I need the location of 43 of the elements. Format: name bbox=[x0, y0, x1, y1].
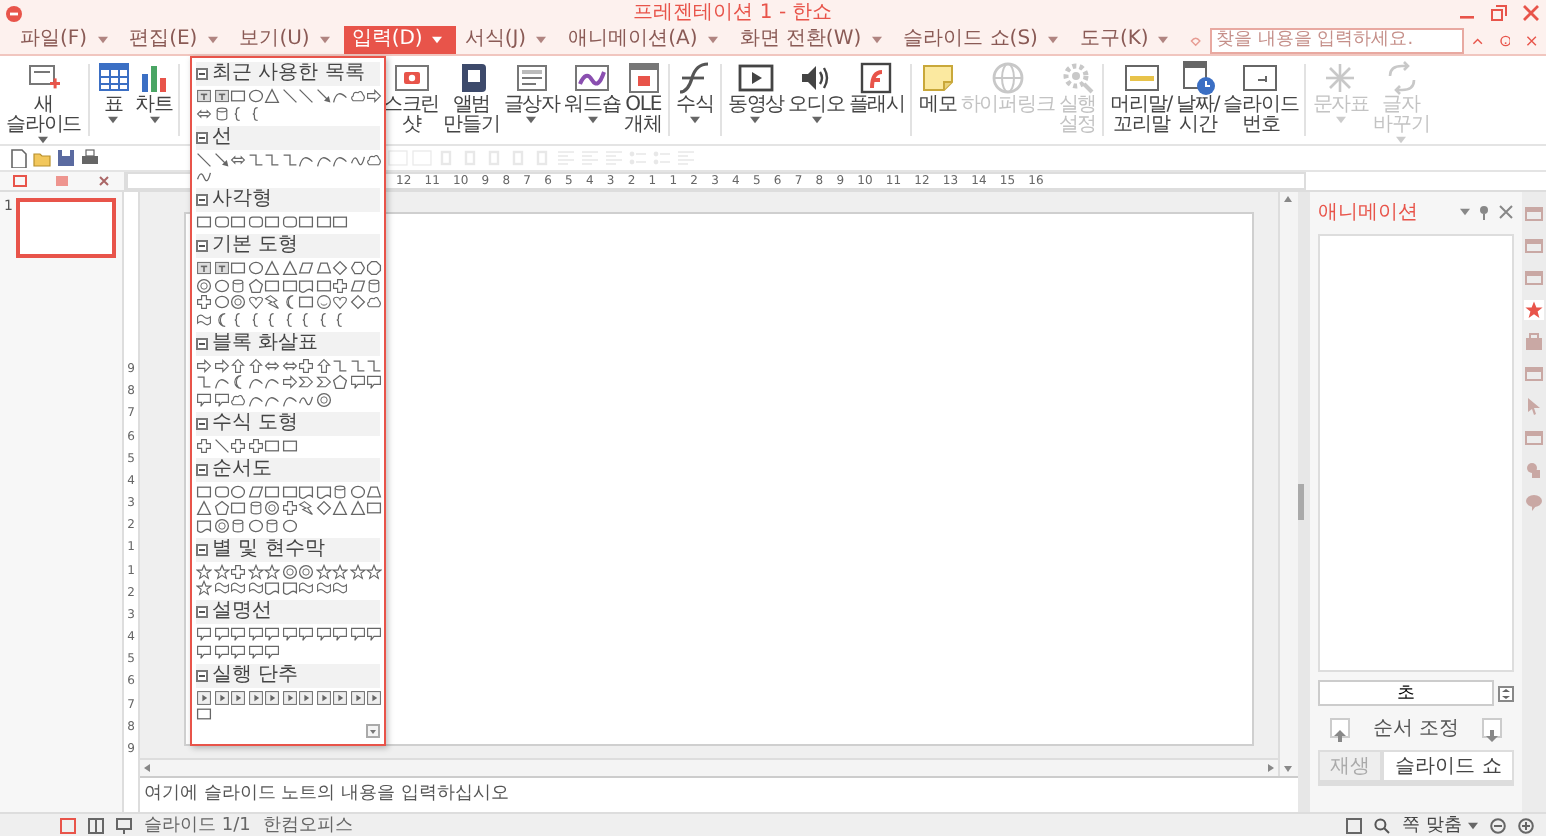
duration-field[interactable]: 초 bbox=[1318, 680, 1494, 706]
section-title: 블록 화살표 bbox=[212, 331, 319, 355]
app-name: 한컴오피스 bbox=[262, 814, 353, 836]
search-field[interactable]: 찾을 내용을 입력하세요. bbox=[1210, 27, 1465, 53]
ribbon-button[interactable]: 머리말/ 꼬리말 bbox=[1108, 60, 1175, 144]
ribbon-button[interactable]: 표 bbox=[93, 60, 134, 144]
menu-item[interactable]: 보기(U) bbox=[231, 26, 344, 54]
section-title: 수식 도형 bbox=[212, 411, 299, 435]
section-title: 최근 사용한 목록 bbox=[212, 62, 365, 86]
ribbon-button[interactable]: 워드숍 bbox=[562, 60, 623, 144]
section-title: 선 bbox=[212, 125, 232, 149]
menu-item[interactable]: 파일(F) bbox=[12, 26, 122, 54]
section-title: 순서도 bbox=[212, 457, 272, 481]
section-title: 사각형 bbox=[212, 188, 272, 212]
panel-tab[interactable]: 슬라이드 쇼 bbox=[1382, 750, 1514, 782]
ribbon-button[interactable]: 슬라이드 번호 bbox=[1221, 60, 1301, 144]
section-title: 실행 단추 bbox=[212, 663, 299, 687]
section-title: 별 및 현수막 bbox=[212, 537, 325, 561]
panel-title: 애니메이션 bbox=[1318, 200, 1420, 226]
ribbon-button[interactable]: 앨범 만들기 bbox=[441, 60, 502, 144]
zoom-dropdown[interactable]: 쪽 맞춤 bbox=[1402, 812, 1478, 836]
menu-item[interactable]: 애니메이션(A) bbox=[560, 26, 732, 54]
reorder-label: 순서 조정 bbox=[1372, 716, 1460, 742]
section-title: 설명선 bbox=[212, 600, 272, 624]
menu-item[interactable]: 화면 전환(W) bbox=[731, 26, 896, 54]
slide-count: 슬라이드 1/1 bbox=[144, 814, 251, 836]
ribbon-button[interactable]: 차트 bbox=[133, 60, 175, 144]
section-title: 기본 도형 bbox=[212, 234, 299, 258]
ribbon-button[interactable]: 오디오 bbox=[786, 60, 847, 144]
ribbon-button[interactable]: 새 슬라이드 bbox=[4, 60, 84, 144]
menu-item[interactable]: 서식(J) bbox=[456, 26, 561, 54]
menu-item[interactable]: 편집(E) bbox=[121, 26, 232, 54]
ribbon-button[interactable]: 플래시 bbox=[846, 60, 907, 144]
window-title: 프레젠테이션 1 - 한쇼 bbox=[631, 1, 835, 25]
menu-item[interactable]: 입력(D) bbox=[343, 26, 457, 54]
menu-item[interactable]: 슬라이드 쇼(S) bbox=[895, 26, 1072, 54]
ribbon-button[interactable]: 메모 bbox=[916, 60, 959, 144]
ribbon-button[interactable]: OLE 개체 bbox=[622, 60, 665, 144]
ribbon-button[interactable]: 날짜/ 시간 bbox=[1174, 60, 1222, 144]
ribbon-button[interactable]: 수식 bbox=[674, 60, 716, 144]
ribbon-button[interactable]: 동영상 bbox=[725, 60, 787, 144]
menu-item[interactable]: 도구(K) bbox=[1071, 26, 1183, 54]
ribbon-button[interactable]: 글상자 bbox=[501, 60, 563, 144]
